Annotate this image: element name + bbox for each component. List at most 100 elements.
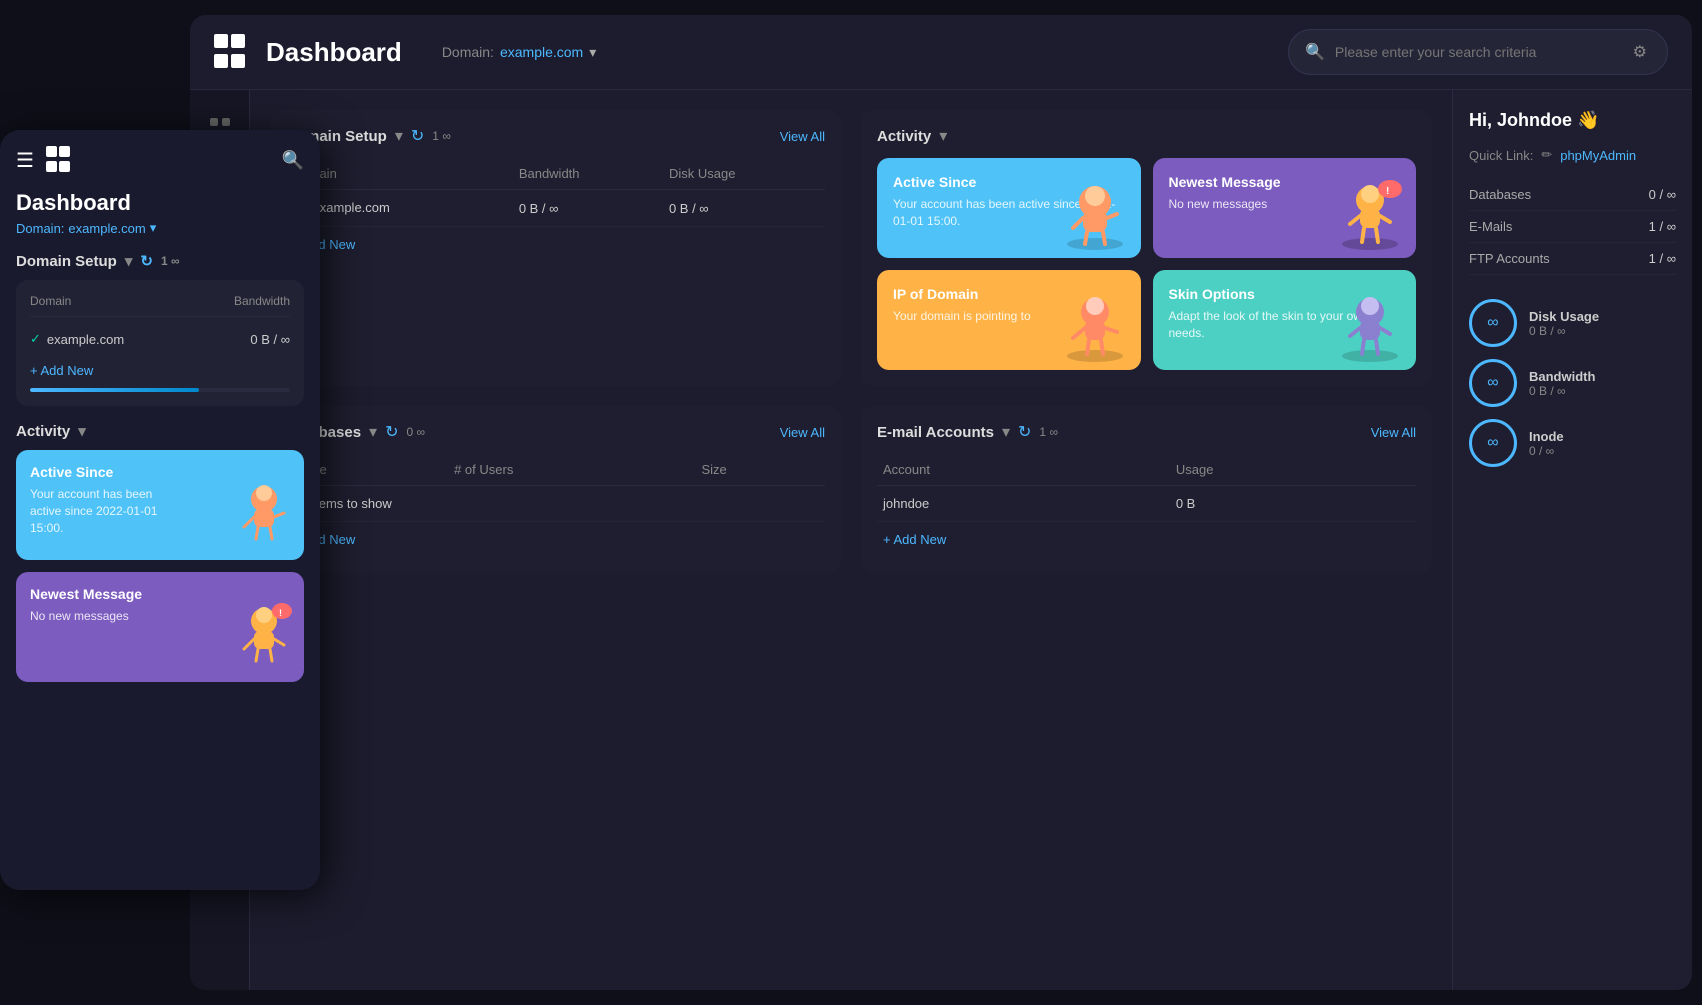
domain-name-cell: ✓ example.com — [286, 190, 513, 227]
search-bar[interactable]: 🔍 ⚙ — [1288, 29, 1668, 75]
email-count-badge: 1 ∞ — [1039, 425, 1058, 439]
mobile-domain-name: ✓ example.com — [30, 331, 124, 347]
chevron-down-icon: ▾ — [1002, 422, 1010, 442]
mobile-domain-table-card: Domain Bandwidth ✓ example.com 0 B / ∞ +… — [16, 280, 304, 406]
bandwidth-cell: 0 B / ∞ — [513, 190, 663, 227]
mobile-domain: Domain: example.com ▾ — [16, 220, 304, 236]
mobile-search-icon[interactable]: 🔍 — [282, 150, 304, 171]
db-view-all[interactable]: View All — [780, 425, 825, 440]
domain-add-new-button[interactable]: + Add New — [286, 227, 825, 262]
table-row: johndoe 0 B — [877, 486, 1416, 522]
mobile-title: Dashboard — [16, 190, 304, 216]
stat-ftp-label: FTP Accounts — [1469, 251, 1550, 266]
stat-emails: E-Mails 1 / ∞ — [1469, 211, 1676, 243]
refresh-icon[interactable]: ↻ — [411, 126, 424, 146]
domain-view-all[interactable]: View All — [780, 129, 825, 144]
col-domain: Domain — [286, 158, 513, 190]
email-view-all[interactable]: View All — [1371, 425, 1416, 440]
mobile-add-new-button[interactable]: + Add New — [30, 353, 290, 378]
skin-options-illustration — [1338, 286, 1408, 366]
right-panel: Hi, Johndoe 👋 Quick Link: ✏ phpMyAdmin D… — [1452, 90, 1692, 990]
col-size: Size — [695, 454, 825, 486]
bottom-row: Databases ▾ ↻ 0 ∞ View All — [270, 406, 1432, 573]
infinity-icon: ∞ — [442, 129, 451, 143]
active-since-card[interactable]: Active Since Your account has been activ… — [877, 158, 1141, 258]
email-section: E-mail Accounts ▾ ↻ 1 ∞ View All — [861, 406, 1432, 573]
svg-text:!: ! — [1386, 186, 1389, 197]
activity-section: Activity ▾ Active Since Your account has… — [861, 110, 1432, 386]
mobile-progress-fill — [30, 388, 199, 392]
top-row: Domain Setup ▾ ↻ 1 ∞ View All — [270, 110, 1432, 386]
gauge-inode: ∞ Inode 0 / ∞ — [1469, 419, 1676, 467]
skin-options-card[interactable]: Skin Options Adapt the look of the skin … — [1153, 270, 1417, 370]
stat-ftp-value: 1 / ∞ — [1649, 251, 1676, 266]
stat-ftp: FTP Accounts 1 / ∞ — [1469, 243, 1676, 275]
refresh-icon[interactable]: ↻ — [385, 422, 398, 442]
newest-message-illustration: ! — [1338, 174, 1408, 254]
email-usage-cell: 0 B — [1170, 486, 1416, 522]
gauge-section: ∞ Disk Usage 0 B / ∞ ∞ Bandwidth — [1469, 299, 1676, 467]
mobile-active-since-card[interactable]: Active Since Your account has been activ… — [16, 450, 304, 560]
stat-email-label: E-Mails — [1469, 219, 1512, 234]
logo — [214, 34, 250, 70]
mobile-newest-msg-illustration: ! — [234, 599, 294, 676]
search-input[interactable] — [1335, 44, 1619, 60]
col-bandwidth: Bandwidth — [513, 158, 663, 190]
no-data-label: No items to show — [286, 486, 825, 522]
chevron-down-icon: ▾ — [150, 220, 157, 236]
quick-link-row: Quick Link: ✏ phpMyAdmin — [1469, 147, 1676, 163]
hamburger-icon[interactable]: ☰ — [16, 148, 34, 173]
db-count-badge: 0 ∞ — [406, 425, 425, 439]
refresh-icon[interactable]: ↻ — [1018, 422, 1031, 442]
active-since-illustration — [1063, 174, 1133, 254]
refresh-icon: ↻ — [140, 252, 153, 270]
col-account: Account — [877, 454, 1170, 486]
search-icon: 🔍 — [1305, 42, 1325, 62]
bandwidth-gauge-circle: ∞ — [1469, 359, 1517, 407]
domain-value: example.com — [500, 44, 583, 60]
gauge-disk: ∞ Disk Usage 0 B / ∞ — [1469, 299, 1676, 347]
mobile-progress-bar — [30, 388, 290, 392]
stat-db-value: 0 / ∞ — [1649, 187, 1676, 202]
mobile-body: Dashboard Domain: example.com ▾ Domain S… — [0, 190, 320, 890]
disk-cell: 0 B / ∞ — [663, 190, 825, 227]
filter-icon[interactable]: ⚙ — [1629, 38, 1651, 66]
mobile-active-since-illustration — [234, 477, 294, 554]
quick-link-value[interactable]: phpMyAdmin — [1560, 148, 1636, 163]
chevron-down-icon: ▾ — [125, 252, 133, 270]
edit-icon: ✏ — [1541, 147, 1552, 163]
ip-of-domain-card[interactable]: IP of Domain Your domain is pointing to — [877, 270, 1141, 370]
chevron-down-icon: ▾ — [369, 422, 377, 442]
domain-table: Domain Bandwidth Disk Usage ✓ example.co… — [286, 158, 825, 227]
inode-gauge-value: 0 / ∞ — [1529, 444, 1564, 458]
inode-gauge-title: Inode — [1529, 429, 1564, 444]
stat-databases: Databases 0 / ∞ — [1469, 179, 1676, 211]
bandwidth-gauge-title: Bandwidth — [1529, 369, 1595, 384]
mobile-table-row: ✓ example.com 0 B / ∞ — [30, 325, 290, 353]
chevron-down-icon: ▾ — [939, 126, 947, 146]
gauge-bandwidth: ∞ Bandwidth 0 B / ∞ — [1469, 359, 1676, 407]
table-row: No items to show — [286, 486, 825, 522]
activity-header: Activity ▾ — [877, 126, 1416, 146]
email-add-new-button[interactable]: + Add New — [877, 522, 1416, 557]
mobile-newest-msg-card[interactable]: Newest Message No new messages ! — [16, 572, 304, 682]
email-header: E-mail Accounts ▾ ↻ 1 ∞ View All — [877, 422, 1416, 442]
inode-gauge-circle: ∞ — [1469, 419, 1517, 467]
mobile-domain-value: example.com — [68, 221, 145, 236]
domain-selector[interactable]: Domain: example.com ▾ — [442, 44, 596, 61]
page-title: Dashboard — [266, 37, 402, 68]
col-disk: Disk Usage — [663, 158, 825, 190]
email-title: E-mail Accounts — [877, 424, 994, 441]
email-account-cell: johndoe — [877, 486, 1170, 522]
disk-gauge-circle: ∞ — [1469, 299, 1517, 347]
db-add-new-button[interactable]: + Add New — [286, 522, 825, 557]
main-header: Dashboard Domain: example.com ▾ 🔍 ⚙ — [190, 15, 1692, 90]
mobile-activity-header: Activity ▾ — [16, 422, 304, 440]
infinity-icon: ∞ — [1487, 374, 1498, 392]
disk-gauge-value: 0 B / ∞ — [1529, 324, 1599, 338]
chevron-down-icon: ▾ — [78, 422, 86, 440]
mobile-domain-setup-header: Domain Setup ▾ ↻ 1 ∞ — [16, 252, 304, 270]
newest-message-card[interactable]: Newest Message No new messages — [1153, 158, 1417, 258]
greeting: Hi, Johndoe 👋 — [1469, 110, 1676, 131]
mobile-newest-msg-text: No new messages — [30, 608, 186, 625]
